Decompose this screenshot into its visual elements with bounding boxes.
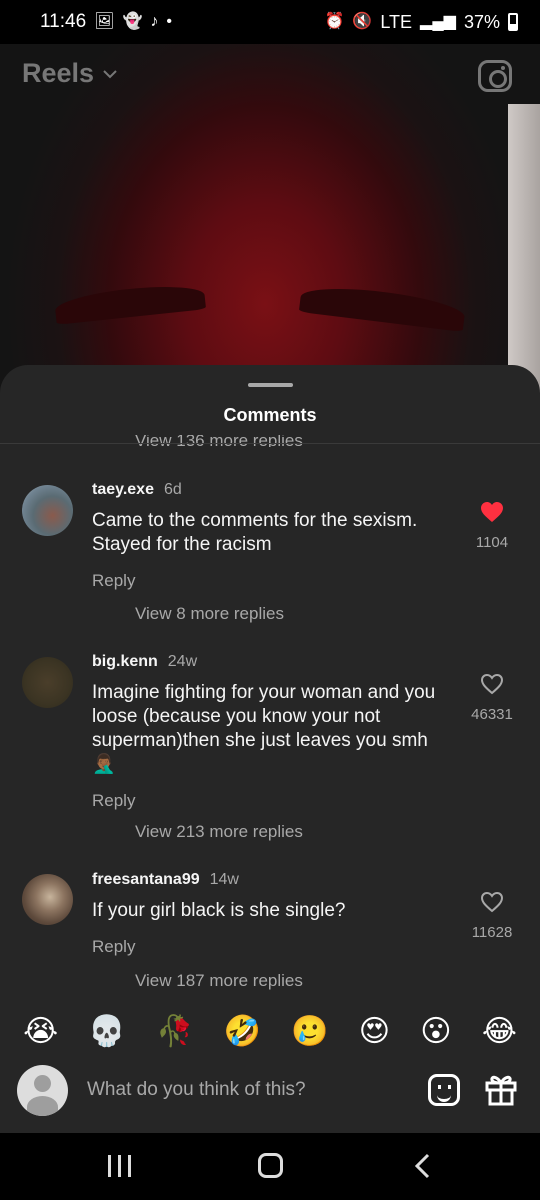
avatar[interactable] [17, 1065, 68, 1116]
alarm-icon: ⏰ [324, 13, 345, 30]
like-count: 46331 [471, 706, 513, 723]
like-button[interactable]: 1104 [464, 501, 520, 551]
heart-filled-icon [481, 502, 503, 522]
reply-button[interactable]: Reply [92, 791, 462, 811]
gallery-icon: 🖼 [94, 13, 115, 30]
emoji-rofl[interactable]: 🤣 [224, 1012, 261, 1052]
drag-handle[interactable] [248, 383, 293, 387]
home-icon[interactable] [258, 1153, 283, 1178]
comment-input[interactable] [87, 1076, 407, 1104]
like-button[interactable]: 11628 [464, 891, 520, 941]
chevron-down-icon [103, 69, 117, 78]
emoji-skull[interactable]: 💀 [88, 1012, 125, 1052]
system-nav-bar [0, 1133, 540, 1200]
gift-icon[interactable] [484, 1072, 518, 1106]
like-button[interactable]: 46331 [464, 673, 520, 723]
recent-apps-icon[interactable] [108, 1155, 132, 1177]
camera-icon[interactable] [478, 60, 512, 92]
reels-title: Reels [22, 58, 95, 88]
sheet-title: Comments [223, 405, 317, 425]
status-time: 11:46 [40, 11, 87, 32]
snapchat-icon: 👻 [122, 13, 143, 30]
status-bar: 11:46 🖼 👻 ♪ • ⏰ 🔇 LTE ▂▄▆ 37% [0, 0, 540, 44]
emoji-heart-eyes[interactable]: 😍 [359, 1012, 390, 1052]
mute-icon: 🔇 [352, 13, 373, 30]
comment-time: 6d [163, 481, 182, 498]
comment-text: If your girl black is she single? [92, 900, 346, 921]
reply-button[interactable]: Reply [92, 571, 462, 591]
view-replies-link[interactable]: View 136 more replies [135, 435, 303, 447]
comment-username[interactable]: freesantana99 [92, 871, 200, 889]
header-divider [0, 443, 540, 444]
comment-username[interactable]: taey.exe [92, 481, 154, 499]
network-type: LTE [380, 11, 413, 32]
comment-time: 24w [167, 653, 198, 670]
like-count: 1104 [475, 534, 509, 551]
heart-outline-icon [480, 673, 504, 695]
heart-outline-icon [480, 891, 504, 913]
emoji-loudly-crying[interactable]: 😭 [23, 1012, 58, 1052]
sticker-icon[interactable] [428, 1074, 460, 1106]
view-replies-link[interactable]: View 8 more replies [135, 604, 284, 624]
tiktok-icon: ♪ [150, 13, 159, 30]
avatar[interactable] [22, 657, 73, 708]
battery-percent: 37% [463, 11, 500, 32]
like-count: 11628 [471, 924, 513, 941]
reply-button[interactable]: Reply [92, 937, 462, 957]
battery-icon [508, 13, 518, 31]
reels-header[interactable]: Reels [22, 58, 118, 89]
emoji-bar: 😭 💀 🥀 🤣 🥲 😍 😮 😂 [0, 1012, 540, 1052]
comment-time: 14w [209, 871, 239, 888]
emoji-joy[interactable]: 😂 [482, 1012, 517, 1052]
emoji-open-mouth[interactable]: 😮 [420, 1012, 451, 1052]
comment-text: Came to the comments for the sexism. Sta… [92, 510, 418, 555]
emoji-smiling-tear[interactable]: 🥲 [291, 1012, 328, 1052]
back-icon[interactable] [413, 1153, 433, 1179]
comment-text: Imagine fighting for your woman and you … [92, 682, 436, 775]
comment-composer [0, 1062, 540, 1118]
avatar[interactable] [22, 485, 73, 536]
emoji-wilted-rose[interactable]: 🥀 [156, 1012, 193, 1052]
view-replies-link[interactable]: View 213 more replies [135, 822, 303, 842]
dot-icon: • [166, 13, 172, 30]
signal-icon: ▂▄▆ [420, 13, 456, 30]
avatar[interactable] [22, 874, 73, 925]
comment-username[interactable]: big.kenn [92, 653, 158, 671]
view-replies-link[interactable]: View 187 more replies [135, 971, 303, 991]
